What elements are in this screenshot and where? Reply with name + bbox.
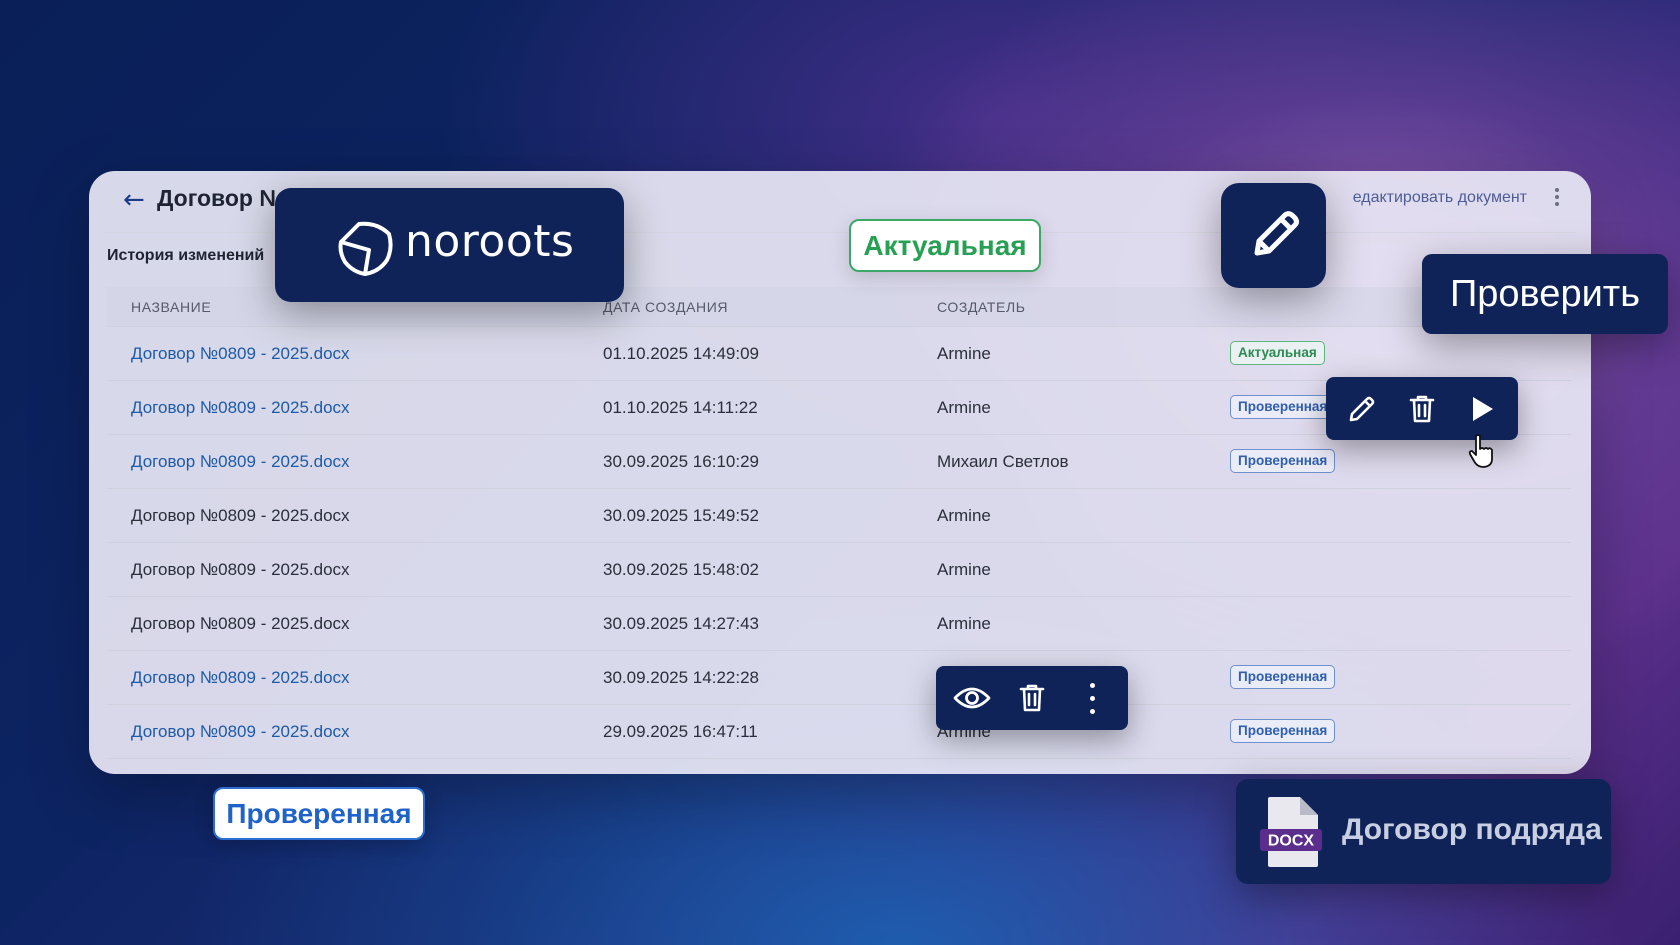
edit-document-link[interactable]: едактировать документ [1353, 189, 1527, 207]
date-cell: 29.09.2025 16:47:11 [603, 722, 758, 741]
date-cell: 30.09.2025 15:48:02 [603, 560, 759, 579]
docx-file-icon: DOCX [1260, 797, 1322, 867]
date-cell: 01.10.2025 14:49:09 [603, 344, 759, 363]
view-action-button[interactable] [942, 666, 1002, 730]
status-badge: Проверенная [1230, 395, 1336, 419]
creator-cell: Armine [937, 398, 991, 417]
file-name: Договор №0809 - 2025.docx [131, 506, 350, 525]
more-options-icon[interactable] [1062, 666, 1122, 730]
date-cell: 30.09.2025 14:27:43 [603, 614, 759, 633]
table-row[interactable]: Договор №0809 - 2025.docx 30.09.2025 16:… [107, 435, 1571, 489]
file-link[interactable]: Договор №0809 - 2025.docx [131, 344, 350, 364]
hand-cursor-icon [1468, 434, 1493, 468]
table-row[interactable]: Договор №0809 - 2025.docx 30.09.2025 14:… [107, 597, 1571, 651]
table-row[interactable]: Договор №0809 - 2025.docx 30.09.2025 15:… [107, 489, 1571, 543]
date-cell: 30.09.2025 15:49:52 [603, 506, 759, 525]
run-check-button[interactable] [1452, 377, 1512, 440]
noroots-logo-card: noroots [275, 188, 624, 302]
file-name: Договор №0809 - 2025.docx [131, 614, 350, 633]
file-link[interactable]: Договор №0809 - 2025.docx [131, 668, 350, 688]
table-row[interactable]: Договор №0809 - 2025.docx 29.09.2025 16:… [107, 705, 1571, 759]
status-cell: Актуальная [1230, 341, 1325, 365]
actual-badge: Актуальная [849, 219, 1041, 272]
pencil-icon [1349, 396, 1375, 421]
tag-logo-icon [338, 221, 393, 276]
creator-cell: Armine [937, 560, 991, 579]
check-tooltip: Проверить [1422, 254, 1668, 334]
file-link[interactable]: Договор №0809 - 2025.docx [131, 452, 350, 472]
back-arrow-icon[interactable]: ← [123, 185, 145, 215]
table-row[interactable]: Договор №0809 - 2025.docx 30.09.2025 15:… [107, 543, 1571, 597]
eye-icon [953, 687, 991, 709]
file-type-label: DOCX [1268, 833, 1315, 850]
logo-text: noroots [405, 216, 575, 267]
trash-icon [1409, 395, 1435, 422]
play-icon [1473, 396, 1493, 421]
status-badge: Проверенная [1230, 449, 1336, 473]
table-row[interactable]: Договор №0809 - 2025.docx 01.10.2025 14:… [107, 327, 1571, 381]
creator-cell: Armine [937, 614, 991, 633]
date-cell: 30.09.2025 14:22:28 [603, 668, 759, 687]
row-action-toolbar [1326, 377, 1518, 440]
status-badge: Проверенная [1230, 719, 1336, 743]
date-cell: 30.09.2025 16:10:29 [603, 452, 759, 471]
edit-action-button[interactable] [1332, 377, 1392, 440]
status-cell: Проверенная [1230, 665, 1336, 689]
file-card[interactable]: DOCX Договор подряда [1236, 779, 1611, 884]
column-date[interactable]: ДАТА СОЗДАНИЯ [603, 299, 728, 315]
status-cell: Проверенная [1230, 449, 1336, 473]
delete-action-button[interactable] [1392, 377, 1452, 440]
file-name: Договор №0809 - 2025.docx [131, 560, 350, 579]
status-cell: Проверенная [1230, 395, 1336, 419]
history-heading: История изменений [107, 247, 265, 264]
file-link[interactable]: Договор №0809 - 2025.docx [131, 722, 350, 742]
history-table: НАЗВАНИЕ ДАТА СОЗДАНИЯ СОЗДАТЕЛЬ Договор… [107, 287, 1571, 759]
creator-cell: Armine [937, 506, 991, 525]
delete-action-button[interactable] [1002, 666, 1062, 730]
status-cell: Проверенная [1230, 719, 1336, 743]
row-action-toolbar-bottom [936, 666, 1128, 730]
more-options-icon[interactable] [1547, 185, 1567, 215]
table-row[interactable]: Договор №0809 - 2025.docx 30.09.2025 14:… [107, 651, 1571, 705]
status-badge: Проверенная [1230, 665, 1336, 689]
file-link[interactable]: Договор №0809 - 2025.docx [131, 398, 350, 418]
creator-cell: Armine [937, 344, 991, 363]
edit-document-button[interactable] [1221, 183, 1326, 288]
trash-icon [1019, 684, 1045, 712]
date-cell: 01.10.2025 14:11:22 [603, 398, 758, 417]
column-creator[interactable]: СОЗДАТЕЛЬ [937, 299, 1026, 315]
creator-cell: Михаил Светлов [937, 452, 1069, 471]
file-name: Договор подряда [1342, 813, 1602, 846]
verified-badge: Проверенная [213, 787, 425, 840]
column-name[interactable]: НАЗВАНИЕ [131, 299, 211, 315]
pencil-icon [1254, 211, 1299, 256]
status-badge: Актуальная [1230, 341, 1325, 365]
